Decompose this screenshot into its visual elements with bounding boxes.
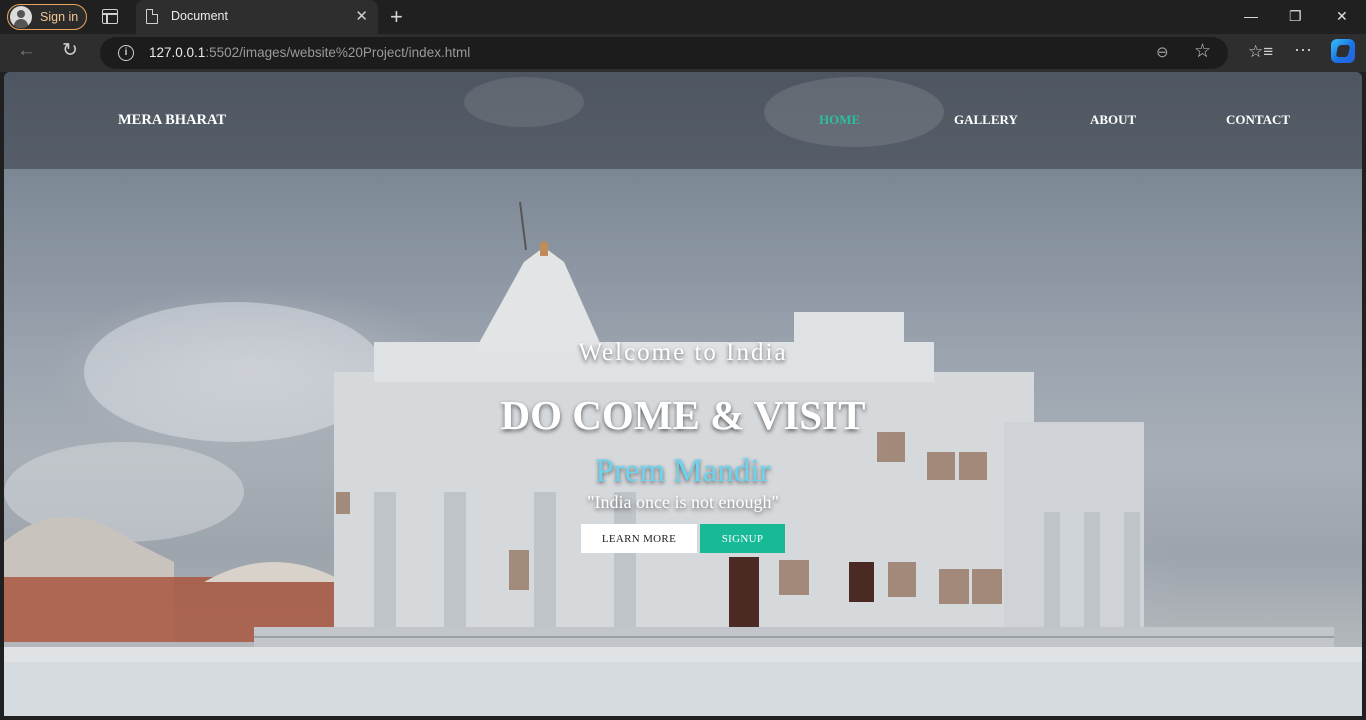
browser-toolbar: ← ↻ i 127.0.0.1:5502/images/website%20Pr… [0,34,1366,72]
hero-quote: "India once is not enough" [587,492,779,512]
tab-actions-icon[interactable] [102,9,118,24]
web-page: MERA BHARAT HOME GALLERY ABOUT CONTACT W… [4,72,1362,716]
restore-button[interactable]: ❐ [1289,8,1302,25]
favorite-star-icon[interactable]: ☆ [1194,40,1211,63]
url-text: 127.0.0.1:5502/images/website%20Project/… [149,45,471,60]
signup-button[interactable]: SIGNUP [700,524,785,553]
browser-tab-bar: Sign in Document ✕ + — ❐ ✕ [0,0,1366,34]
hero-place-name: Prem Mandir [595,453,771,489]
document-icon [146,9,158,24]
more-options-icon[interactable]: ⋯ [1294,40,1312,61]
profile-avatar-icon [10,6,32,28]
sign-in-button[interactable]: Sign in [7,4,87,30]
copilot-icon[interactable] [1331,39,1355,63]
sign-in-label: Sign in [40,10,79,24]
reload-icon[interactable]: ↻ [62,39,78,62]
back-arrow-icon[interactable]: ← [17,40,36,62]
minimize-button[interactable]: — [1244,8,1258,24]
favorites-icon[interactable]: ☆≡ [1248,42,1273,62]
learn-more-button[interactable]: LEARN MORE [581,524,697,553]
new-tab-button[interactable]: + [390,4,403,30]
nav-about[interactable]: ABOUT [1090,112,1136,128]
close-window-button[interactable]: ✕ [1336,8,1348,25]
nav-gallery[interactable]: GALLERY [954,112,1018,128]
zoom-icon[interactable]: ⊖ [1156,43,1169,61]
nav-home[interactable]: HOME [819,112,860,128]
browser-tab[interactable]: Document ✕ [136,0,378,34]
tab-close-icon[interactable]: ✕ [355,7,368,25]
nav-contact[interactable]: CONTACT [1226,112,1290,128]
site-info-icon[interactable]: i [118,45,134,61]
address-bar[interactable]: i 127.0.0.1:5502/images/website%20Projec… [100,37,1228,69]
tab-title: Document [171,9,228,23]
hero-headline: DO COME & VISIT [500,392,866,438]
hero-welcome: Welcome to India [578,339,788,366]
site-logo[interactable]: MERA BHARAT [118,112,226,129]
